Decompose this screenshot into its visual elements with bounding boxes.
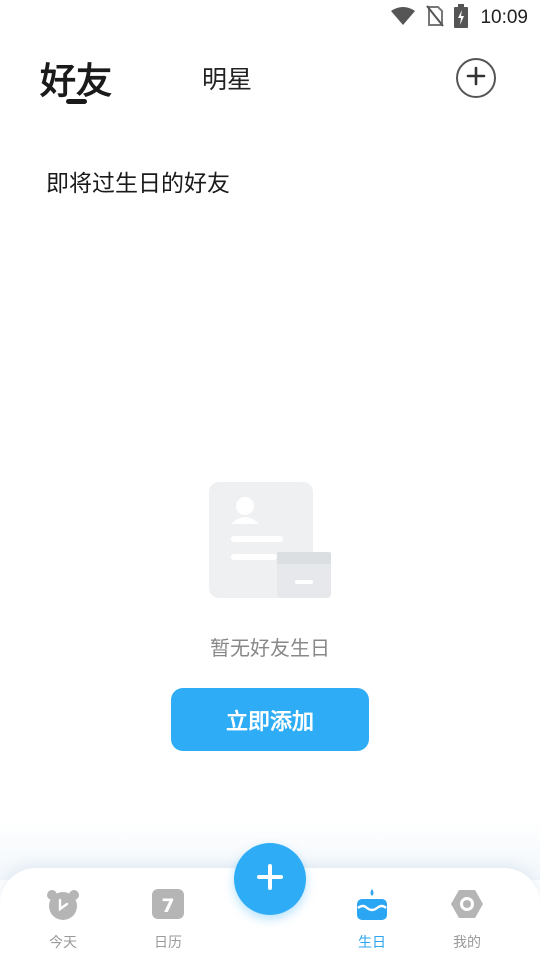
empty-state-message: 暂无好友生日 [210,636,330,660]
status-bar: 10:09 [0,0,540,36]
plus-icon [256,863,284,895]
fab-add-button[interactable] [234,843,306,915]
bear-clock-icon [46,888,80,920]
birthday-cake-icon [355,888,389,920]
section-title: 即将过生日的好友 [46,171,230,197]
nav-label-mine: 我的 [453,935,481,951]
nav-label-birthday: 生日 [358,935,386,951]
no-sim-icon [426,5,445,31]
add-friend-button[interactable] [456,58,496,98]
nav-label-today: 今天 [49,935,77,951]
screen: 10:09 好友 明星 即将过生日的好友 暂无好友生日 立即添加 今天 7 日历… [0,0,540,960]
empty-contact-card-icon [209,482,333,600]
tab-stars[interactable]: 明星 [202,60,252,96]
add-now-button[interactable]: 立即添加 [171,688,369,751]
status-time: 10:09 [480,7,528,28]
nav-item-calendar[interactable]: 7 日历 [128,888,208,952]
nav-item-birthday[interactable]: 生日 [332,888,412,952]
tab-friends[interactable]: 好友 [40,52,112,104]
wifi-icon [390,6,416,30]
svg-text:7: 7 [161,895,174,917]
profile-gear-icon [450,888,484,920]
active-tab-indicator [66,99,87,104]
battery-charging-icon [454,4,469,32]
plus-circle-icon [466,66,486,90]
nav-label-calendar: 日历 [154,935,182,951]
nav-item-today[interactable]: 今天 [23,888,103,952]
nav-item-mine[interactable]: 我的 [427,888,507,952]
calendar-7-icon: 7 [151,888,185,920]
